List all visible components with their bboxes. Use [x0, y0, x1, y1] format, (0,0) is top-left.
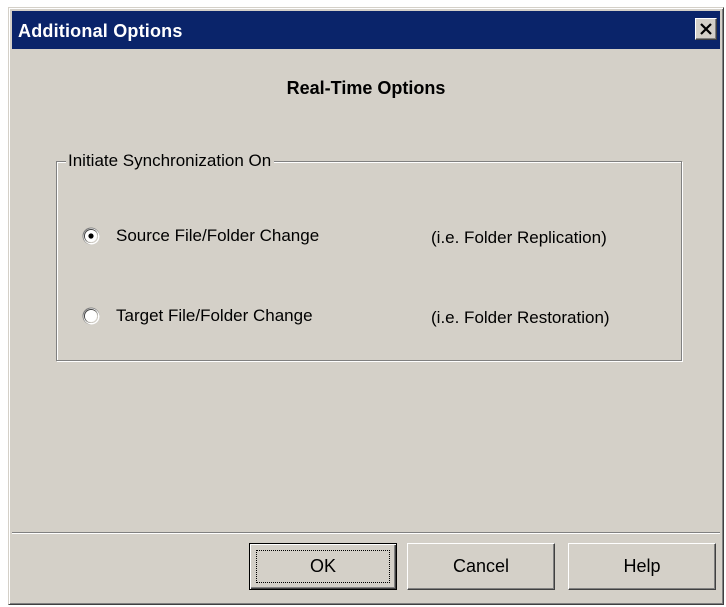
radio-selected-icon[interactable]: [82, 227, 100, 245]
radio-hint-source: (i.e. Folder Replication): [431, 228, 607, 247]
sync-trigger-group: Initiate Synchronization On Source File/…: [56, 150, 682, 361]
radio-label-target[interactable]: Target File/Folder Change: [116, 305, 313, 327]
help-button[interactable]: Help: [568, 543, 716, 590]
radio-option-source-change[interactable]: Source File/Folder Change (i.e. Folder R…: [82, 224, 662, 250]
ok-button[interactable]: OK: [249, 543, 397, 590]
radio-unselected-icon[interactable]: [82, 307, 100, 325]
radio-label-source[interactable]: Source File/Folder Change: [116, 225, 319, 247]
ok-button-label: OK: [309, 556, 336, 576]
additional-options-dialog: Additional Options Real-Time Options Ini…: [8, 7, 724, 605]
cancel-button-label: Cancel: [452, 556, 510, 576]
group-label: Initiate Synchronization On: [66, 150, 275, 172]
dialog-title: Additional Options: [18, 21, 183, 41]
help-button-label: Help: [623, 556, 661, 576]
button-separator: [12, 532, 720, 534]
cancel-button[interactable]: Cancel: [407, 543, 555, 590]
radio-hint-target: (i.e. Folder Restoration): [431, 308, 610, 327]
title-bar[interactable]: Additional Options: [12, 11, 720, 49]
close-icon: [700, 23, 712, 35]
close-button[interactable]: [695, 18, 717, 40]
radio-option-target-change[interactable]: Target File/Folder Change (i.e. Folder R…: [82, 304, 662, 330]
section-heading: Real-Time Options: [286, 78, 446, 98]
